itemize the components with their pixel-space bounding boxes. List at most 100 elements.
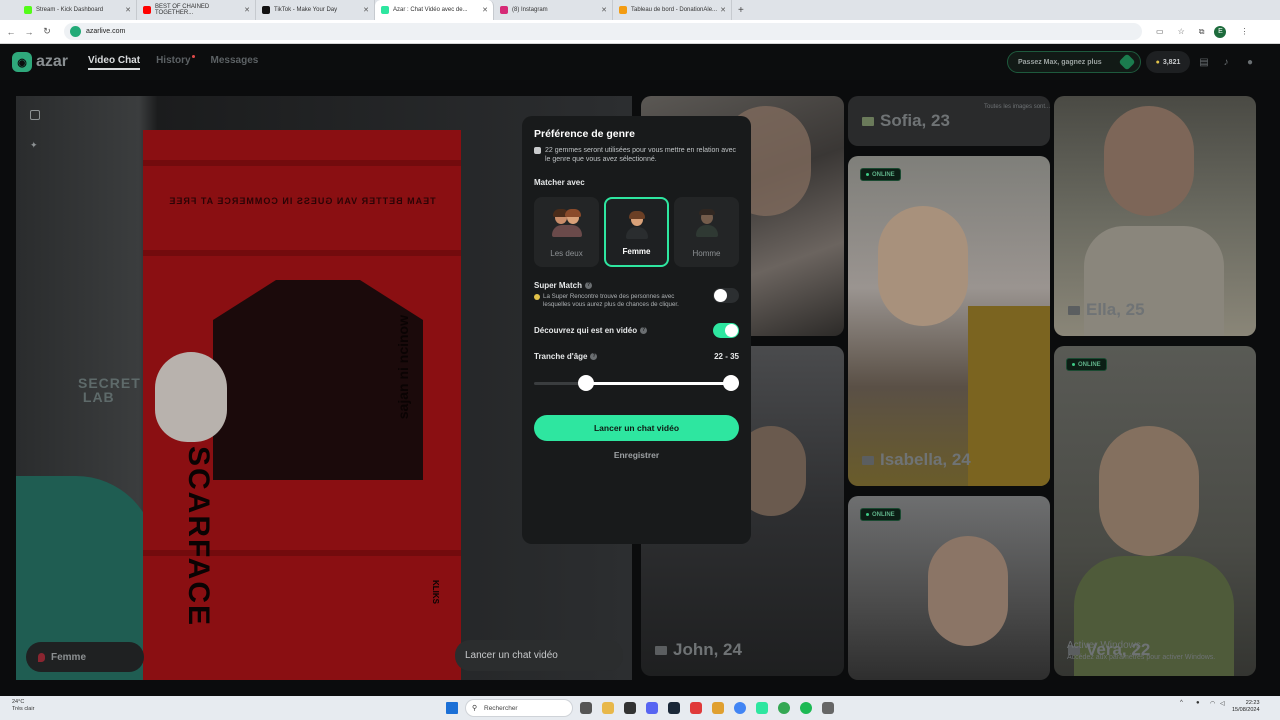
new-tab-icon[interactable]: + (738, 5, 744, 16)
close-icon[interactable]: ✕ (482, 6, 488, 14)
tab-azar[interactable]: Azar : Chat Vidéo avec de... ✕ (375, 0, 494, 20)
age-range-value: 22 - 35 (714, 352, 739, 361)
store-icon[interactable]: ▤ (1198, 57, 1210, 68)
poster-side-text: sajan ni ncinow (395, 315, 411, 420)
azar-logo[interactable]: ◉ azar (12, 52, 68, 72)
online-badge: ONLINE (1066, 358, 1107, 371)
file-explorer-icon[interactable] (602, 702, 614, 714)
instagram-favicon-icon (500, 6, 508, 14)
close-icon[interactable]: ✕ (720, 6, 726, 14)
age-min-handle[interactable] (578, 375, 594, 391)
profile-avatar[interactable]: E (1214, 25, 1227, 38)
age-title: Tranche d'âge? (534, 352, 598, 361)
steam-icon[interactable] (668, 702, 680, 714)
photo-card[interactable]: ONLINE (848, 496, 1050, 680)
discover-toggle[interactable] (713, 323, 739, 338)
flag-icon (655, 645, 667, 655)
male-avatar-icon (692, 209, 722, 239)
save-button[interactable]: Enregistrer (534, 450, 739, 460)
super-match-toggle[interactable] (713, 287, 739, 303)
extensions-icon[interactable]: ⧉ (1199, 27, 1205, 37)
forward-icon[interactable]: → (22, 27, 36, 37)
age-slider[interactable] (534, 375, 739, 391)
back-icon[interactable]: ← (4, 27, 18, 37)
option-both[interactable]: Les deux (534, 197, 599, 267)
start-video-chat-button[interactable]: Lancer un chat vidéo (534, 415, 739, 441)
close-icon[interactable]: ✕ (125, 6, 131, 14)
mic-icon[interactable]: ● (1196, 700, 1200, 706)
tab-instagram[interactable]: (8) Instagram ✕ (494, 0, 613, 20)
gender-filter-pill[interactable]: Femme (26, 642, 144, 672)
search-icon: ⚲ (472, 705, 478, 712)
super-match-desc: La Super Rencontre trouve des personnes … (534, 293, 694, 309)
age-max-handle[interactable] (723, 375, 739, 391)
menu-icon[interactable]: ⋮ (1240, 27, 1248, 36)
premium-button[interactable]: Passez Max, gagnez plus (1007, 51, 1141, 73)
url-text: azarlive.com (86, 28, 126, 35)
chrome-icon[interactable] (734, 702, 746, 714)
nav-video-chat[interactable]: Video Chat (88, 55, 141, 70)
url-field[interactable]: azarlive.com (64, 23, 1142, 40)
tray-chevron-icon[interactable]: ^ (1180, 700, 1183, 706)
option-male[interactable]: Homme (674, 197, 739, 267)
info-icon[interactable]: ? (640, 327, 648, 334)
site-info-icon[interactable] (70, 26, 81, 37)
windows-start-icon[interactable] (446, 702, 458, 714)
photo-card[interactable]: ONLINE Vera, 22 (1054, 346, 1256, 676)
female-avatar-icon (622, 211, 652, 241)
gem-balance[interactable]: ● 3,821 (1146, 51, 1190, 73)
grid-note: Toutes les images sont... (984, 104, 1051, 110)
taskbar-search[interactable]: ⚲ Rechercher (465, 699, 573, 717)
app-icon[interactable] (624, 702, 636, 714)
option-label: Les deux (550, 249, 583, 258)
wifi-icon[interactable]: ◠ (1210, 700, 1215, 707)
face-shape (878, 206, 968, 326)
gender-preference-modal: Préférence de genre 22 gemmes seront uti… (522, 116, 751, 544)
bell-icon[interactable]: ♪ (1220, 57, 1232, 68)
effects-icon[interactable]: ✦ (30, 140, 40, 150)
tab-youtube[interactable]: BEST OF CHAINED TOGETHER... ✕ (137, 0, 256, 20)
reload-icon[interactable]: ↻ (40, 26, 54, 37)
both-avatar-icon (551, 209, 582, 239)
app-icon[interactable] (690, 702, 702, 714)
info-icon[interactable]: ? (585, 282, 593, 289)
taskbar-clock[interactable]: 22:23 15/08/2024 (1232, 700, 1260, 714)
tab-donationalerts[interactable]: Tableau de bord - DonationAle... ✕ (613, 0, 732, 20)
close-icon[interactable]: ✕ (363, 6, 369, 14)
nav-history[interactable]: History (156, 54, 195, 70)
match-with-label: Matcher avec (534, 178, 585, 187)
tab-kick[interactable]: Stream - Kick Dashboard ✕ (18, 0, 137, 20)
discord-icon[interactable] (646, 702, 658, 714)
bookmark-star-icon[interactable]: ☆ (1178, 27, 1185, 36)
app-icon[interactable] (712, 702, 724, 714)
nav-messages[interactable]: Messages (211, 55, 259, 70)
browser-tab-bar: Stream - Kick Dashboard ✕ BEST OF CHAINED… (0, 0, 1280, 20)
gender-options: Les deux Femme Homme (534, 197, 739, 267)
spotify-icon[interactable] (800, 702, 812, 714)
install-icon[interactable]: ▭ (1156, 27, 1164, 36)
nav-history-label: History (156, 54, 191, 66)
tab-label: TikTok - Make Your Day (274, 7, 338, 13)
settings-icon[interactable] (822, 702, 834, 714)
azar-taskbar-icon[interactable] (756, 702, 768, 714)
close-icon[interactable]: ✕ (601, 6, 607, 14)
jacket-shape (968, 306, 1050, 486)
gender-pill-label: Femme (51, 651, 87, 663)
close-icon[interactable]: ✕ (244, 6, 250, 14)
info-icon[interactable]: ? (590, 353, 598, 360)
option-female[interactable]: Femme (604, 197, 669, 267)
volume-icon[interactable]: ◁ (1220, 700, 1225, 707)
launch-chat-pill[interactable]: Lancer un chat vidéo (455, 640, 623, 671)
tab-tiktok[interactable]: TikTok - Make Your Day ✕ (256, 0, 375, 20)
photo-card[interactable]: Ella, 25 (1054, 96, 1256, 336)
toggle-knob (725, 324, 738, 337)
tiktok-favicon-icon (262, 6, 270, 14)
poster-title: SCARFACE (182, 446, 215, 628)
weather-widget[interactable]: 24°C Très clair (12, 699, 34, 713)
app-icon[interactable] (778, 702, 790, 714)
person-name: Isabella, 24 (862, 450, 971, 470)
fullscreen-icon[interactable] (30, 110, 40, 120)
user-profile-icon[interactable]: ● (1244, 57, 1256, 68)
task-view-icon[interactable] (580, 702, 592, 714)
photo-card[interactable]: ONLINE Isabella, 24 (848, 156, 1050, 486)
